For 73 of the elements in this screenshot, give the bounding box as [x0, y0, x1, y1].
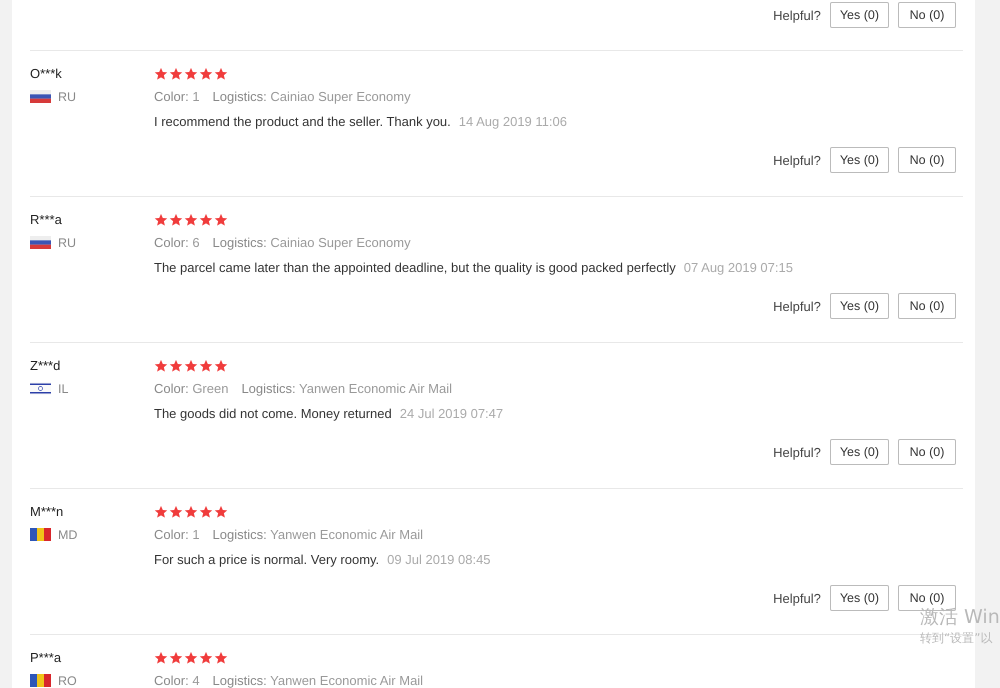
star-icon [154, 67, 168, 81]
review-text: For such a price is normal. Very roomy. [154, 551, 380, 569]
star-icon [199, 213, 213, 227]
helpful-label: Helpful? [773, 8, 821, 22]
star-icon [184, 505, 198, 519]
country-code: MD [58, 528, 78, 542]
star-icon [169, 67, 183, 81]
reviewer-name: P***a [30, 649, 62, 667]
country-code: RU [58, 236, 76, 250]
star-icon [154, 651, 168, 665]
reviewer-name: O***k [30, 65, 63, 83]
star-icon [154, 505, 168, 519]
helpful-label: Helpful? [773, 152, 821, 168]
star-icon [214, 67, 228, 81]
country-code: IL [58, 382, 68, 396]
yes-button[interactable]: Yes (0) [830, 585, 889, 611]
helpful-label: Helpful? [773, 444, 821, 460]
yes-button[interactable]: Yes (0) [830, 293, 889, 319]
yes-button[interactable]: Yes (0) [830, 439, 889, 465]
yes-button[interactable]: Yes (0) [830, 2, 889, 28]
star-icon [214, 213, 228, 227]
helpful-label: Helpful? [773, 298, 821, 314]
flag-icon [30, 674, 51, 687]
star-icon [199, 67, 213, 81]
flag-icon [30, 90, 51, 103]
star-icon [214, 651, 228, 665]
yes-button[interactable]: Yes (0) [830, 147, 889, 173]
star-icon [199, 505, 213, 519]
logistics-info: Logistics: Yanwen Economic Air Mail [241, 380, 452, 398]
color-info: Color: 1 [154, 526, 200, 544]
logistics-info: Logistics: Cainiao Super Economy [212, 234, 411, 252]
review-date: 14 Aug 2019 11:06 [458, 113, 567, 131]
star-icon [214, 505, 228, 519]
star-icon [199, 651, 213, 665]
country-code: RU [58, 90, 76, 104]
color-info: Color: 6 [154, 234, 200, 252]
reviewer-name: M***n [30, 503, 64, 521]
star-icon [169, 505, 183, 519]
star-icon [169, 213, 183, 227]
country-code: RO [58, 674, 77, 688]
color-info: Color: 1 [154, 88, 200, 106]
color-info: Color: 4 [154, 672, 200, 688]
no-button[interactable]: No (0) [898, 293, 956, 319]
star-icon [154, 213, 168, 227]
logistics-info: Logistics: Yanwen Economic Air Mail [212, 526, 424, 544]
logistics-info: Logistics: Cainiao Super Economy [212, 88, 411, 106]
logistics-info: Logistics: Yanwen Economic Air Mail [212, 672, 424, 688]
review-text: I recommend the product and the seller. Thank you. [154, 113, 451, 131]
star-icon [214, 359, 228, 373]
review-text: The goods did not come. Money returned [154, 405, 392, 423]
flag-icon [30, 236, 51, 249]
reviewer-name: R***a [30, 211, 63, 229]
flag-icon [30, 382, 51, 395]
no-button[interactable]: No (0) [898, 2, 956, 28]
color-info: Color: Green [154, 380, 228, 398]
star-icon [184, 651, 198, 665]
star-icon [169, 651, 183, 665]
review-date: 24 Jul 2019 07:47 [400, 405, 504, 423]
activation-notice-subtitle: 转到“设置”以 [920, 630, 994, 646]
star-icon [154, 359, 168, 373]
star-icon [199, 359, 213, 373]
reviewer-name: Z***d [30, 357, 62, 375]
no-button[interactable]: No (0) [898, 439, 956, 465]
star-icon [184, 213, 198, 227]
review-text: The parcel came later than the appointed deadline, but the quality is good packed perfectly [154, 259, 676, 277]
star-icon [169, 359, 183, 373]
review-date: 07 Aug 2019 07:15 [684, 259, 793, 277]
review-date: 09 Jul 2019 08:45 [387, 551, 491, 569]
helpful-label: Helpful? [773, 590, 821, 606]
star-icon [184, 359, 198, 373]
star-icon [184, 67, 198, 81]
no-button[interactable]: No (0) [898, 147, 956, 173]
flag-icon [30, 528, 51, 541]
